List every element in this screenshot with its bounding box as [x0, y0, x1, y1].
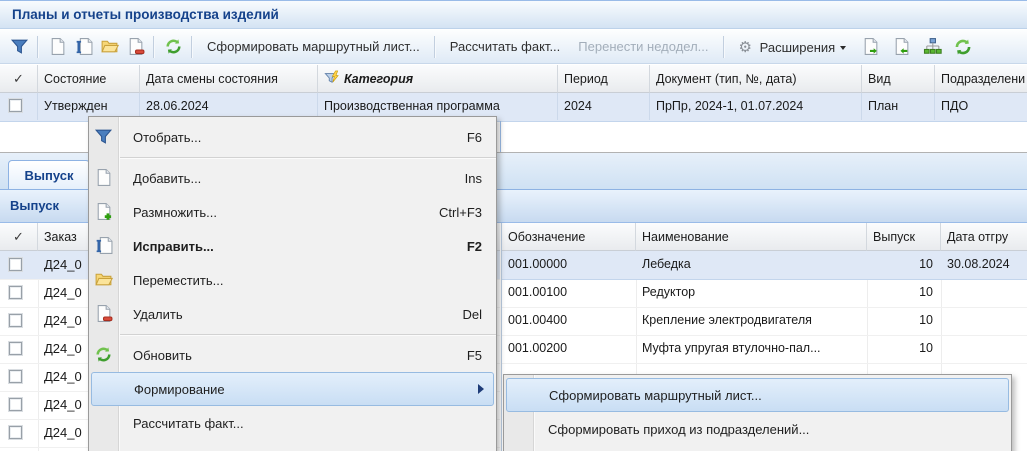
filter-button[interactable]: [7, 35, 31, 59]
move-button[interactable]: [97, 35, 121, 59]
panel-title: Выпуск: [10, 198, 59, 213]
menu-item-add[interactable]: Добавить...Ins: [89, 161, 496, 195]
formation-submenu: Сформировать маршрутный лист... Сформиро…: [503, 374, 1012, 451]
toolbar-separator: [723, 36, 725, 58]
cell-document: ПрПр, 2024-1, 01.07.2024: [650, 93, 862, 120]
submenu-item-route-sheet[interactable]: Сформировать маршрутный лист...: [506, 378, 1009, 412]
table-row[interactable]: 001.00100 Редуктор 10: [502, 279, 1027, 308]
row-checkbox[interactable]: [9, 370, 22, 383]
panel-divider: [500, 121, 501, 152]
column-header-category[interactable]: Категория: [318, 65, 558, 93]
toolbar-separator: [191, 36, 193, 58]
refresh-icon: [94, 345, 113, 367]
edit-document-icon: [94, 236, 113, 258]
duplicate-document-icon: [94, 202, 113, 224]
table-row[interactable]: 001.00400 Крепление электродвигателя 10: [502, 307, 1027, 336]
toolbar-separator: [153, 36, 155, 58]
hierarchy-button[interactable]: [920, 35, 944, 59]
column-header-state[interactable]: Состояние: [38, 65, 140, 93]
column-header-check[interactable]: ✓: [0, 65, 38, 93]
menu-item-formation[interactable]: Формирование: [91, 372, 494, 406]
menu-item-move[interactable]: Переместить...: [89, 263, 496, 297]
import-button[interactable]: [889, 35, 913, 59]
cell-department: ПДО: [935, 93, 1027, 120]
column-header-code[interactable]: Обозначение: [502, 223, 636, 251]
row-checkbox[interactable]: [9, 398, 22, 411]
add-button[interactable]: [45, 35, 69, 59]
toolbar: Сформировать маршрутный лист... Рассчита…: [0, 30, 1027, 64]
extensions-button[interactable]: ⚙ Расширения: [730, 38, 849, 56]
app-window: Планы и отчеты производства изделий Сфор…: [0, 0, 1027, 451]
context-menu: Отобрать...F6 Добавить...Ins Размножить.…: [88, 116, 497, 451]
column-header-qty[interactable]: Выпуск: [867, 223, 941, 251]
add-document-icon: [94, 168, 113, 190]
submenu-arrow-icon: [478, 384, 484, 394]
export-button[interactable]: [858, 35, 882, 59]
cell-kind: План: [862, 93, 935, 120]
cell-period: 2024: [558, 93, 650, 120]
menu-item-duplicate[interactable]: Размножить...Ctrl+F3: [89, 195, 496, 229]
chevron-down-icon: [840, 46, 846, 50]
row-checkbox[interactable]: [9, 314, 22, 327]
window-title: Планы и отчеты производства изделий: [12, 7, 279, 22]
plans-grid-header: ✓ Состояние Дата смены состояния Категор…: [0, 65, 1027, 93]
row-checkbox[interactable]: [9, 99, 22, 112]
row-checkbox[interactable]: [9, 342, 22, 355]
column-header-check[interactable]: ✓: [0, 223, 38, 251]
table-row[interactable]: 001.00200 Муфта упругая втулочно-пал... …: [502, 335, 1027, 364]
menu-item-delete[interactable]: УдалитьDel: [89, 297, 496, 331]
menu-item-calc-fact[interactable]: Рассчитать факт...: [89, 406, 496, 440]
column-header-kind[interactable]: Вид: [862, 65, 935, 93]
column-header-name[interactable]: Наименование: [636, 223, 867, 251]
carry-backlog-button: Перенести недодел...: [569, 39, 717, 54]
calc-fact-button[interactable]: Рассчитать факт...: [441, 39, 570, 54]
table-row[interactable]: 001.00000 Лебедка 10 30.08.2024: [502, 251, 1027, 280]
toolbar-separator: [37, 36, 39, 58]
move-folder-icon: [94, 270, 113, 292]
filter-flash-icon: [324, 70, 340, 86]
column-header-period[interactable]: Период: [558, 65, 650, 93]
submenu-item-income[interactable]: Сформировать приход из подразделений...: [504, 412, 1011, 446]
menu-item-filter[interactable]: Отобрать...F6: [89, 120, 496, 154]
column-header-ship-date[interactable]: Дата отгру: [941, 223, 1027, 251]
row-checkbox[interactable]: [9, 286, 22, 299]
delete-document-icon: [94, 304, 113, 326]
menu-item-refresh[interactable]: ОбновитьF5: [89, 338, 496, 372]
toolbar-separator: [434, 36, 436, 58]
sync-button[interactable]: [951, 35, 975, 59]
edit-button[interactable]: [71, 35, 95, 59]
form-route-sheet-button[interactable]: Сформировать маршрутный лист...: [198, 39, 429, 54]
menu-item-edit[interactable]: Исправить...F2: [89, 229, 496, 263]
column-header-state-date[interactable]: Дата смены состояния: [140, 65, 318, 93]
delete-button[interactable]: [123, 35, 147, 59]
row-checkbox[interactable]: [9, 426, 22, 439]
row-checkbox[interactable]: [9, 258, 22, 271]
menu-separator: [89, 334, 496, 336]
column-header-department[interactable]: Подразделени: [935, 65, 1027, 93]
filter-icon: [94, 127, 113, 149]
column-header-document[interactable]: Документ (тип, №, дата): [650, 65, 862, 93]
tab-vypusk[interactable]: Выпуск: [8, 160, 90, 189]
refresh-button[interactable]: [161, 35, 185, 59]
window-title-bar: Планы и отчеты производства изделий: [0, 1, 1027, 29]
gear-icon: ⚙: [739, 39, 752, 56]
menu-separator: [89, 157, 496, 159]
